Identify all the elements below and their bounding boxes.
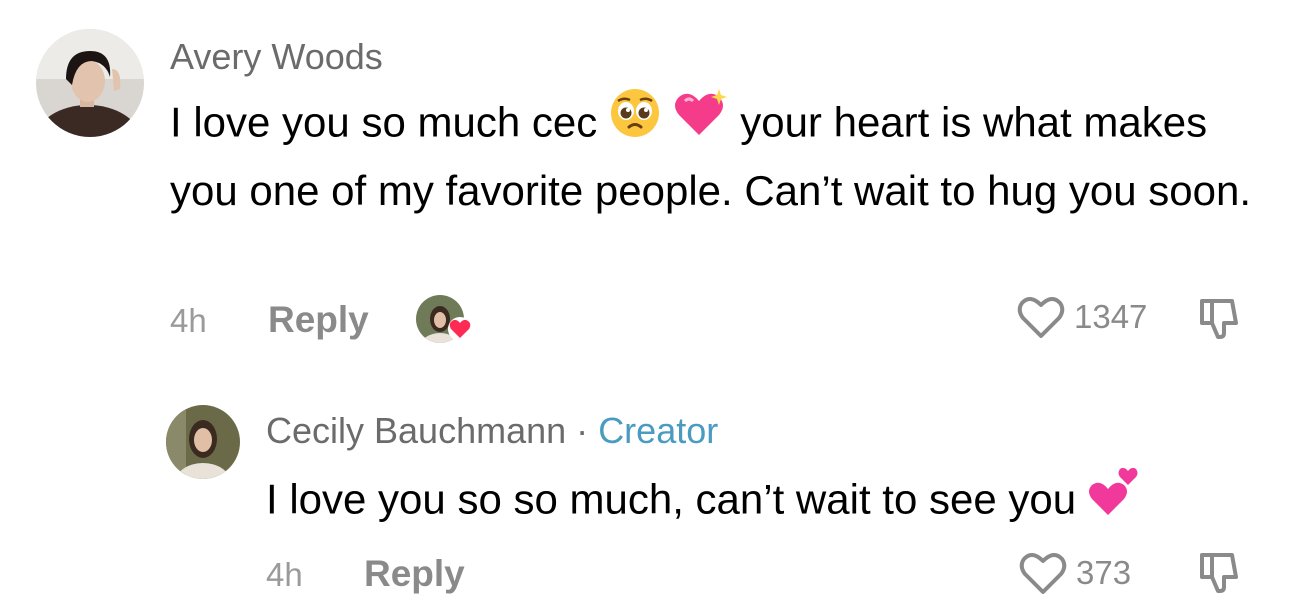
liked-heart-icon [448,317,472,341]
like-count: 1347 [1074,298,1148,335]
sparkling-heart-emoji [673,87,729,156]
like-button[interactable]: 1347 [1016,294,1147,340]
heart-outline-icon [1017,297,1065,338]
comment-author[interactable]: Cecily Bauchmann [266,410,566,451]
reply-text: I love you so so much, can’t wait to see… [266,467,1266,538]
thumbs-down-icon [1200,553,1238,593]
avatar-cecily-bauchmann[interactable] [166,405,240,479]
reply-author-line: Cecily Bauchmann · Creator [266,410,718,452]
thumbs-down-icon [1200,299,1238,339]
avatar-avery-woods[interactable] [36,29,144,137]
reply-button[interactable]: Reply [364,553,465,595]
comment-timestamp: 4h [170,302,207,339]
reply-timestamp: 4h [266,556,303,593]
heart-outline-icon [1019,553,1067,594]
two-hearts-emoji [1088,463,1140,534]
like-count: 373 [1076,554,1132,591]
comment-author[interactable]: Avery Woods [170,36,383,78]
creator-liked-avatar [416,295,472,347]
reply-button[interactable]: Reply [268,299,369,341]
comment-text-part: I love you so so much, can’t wait to see… [266,475,1088,523]
dislike-button[interactable] [1196,295,1242,346]
pleading-face-emoji [609,87,661,156]
creator-badge: Creator [598,410,719,451]
separator-dot: · [576,410,589,451]
dislike-button[interactable] [1196,549,1242,600]
like-button[interactable]: 373 [1018,550,1131,596]
comment-text: I love you so much cec your heart is wha… [170,89,1260,222]
comment-text-part: I love you so much cec [170,98,609,146]
